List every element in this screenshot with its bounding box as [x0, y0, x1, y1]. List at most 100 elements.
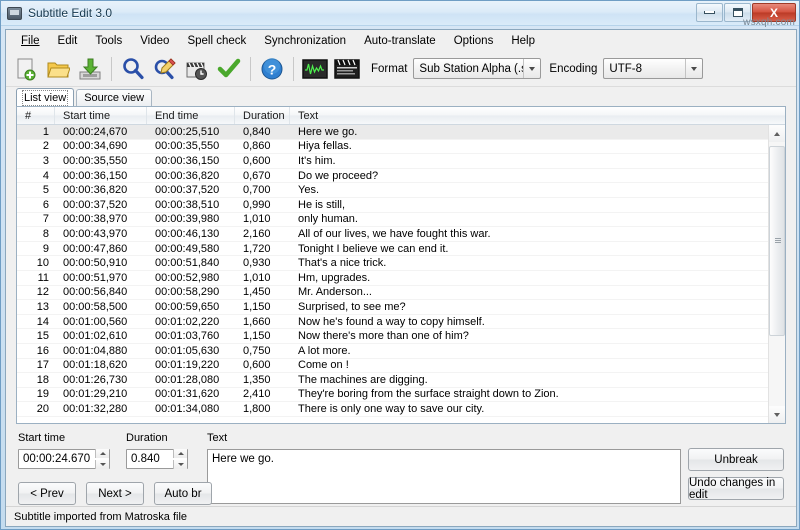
cell-dur: 0,930 [243, 257, 271, 270]
cell-text: All of our lives, we have fought this wa… [298, 227, 491, 240]
cell-num: 9 [42, 242, 49, 255]
cell-end: 00:00:35,550 [155, 140, 220, 153]
duration-increment[interactable] [173, 449, 187, 458]
cell-start: 00:00:58,500 [63, 300, 128, 313]
menu-tools[interactable]: Tools [86, 32, 131, 50]
table-row[interactable]: 5 00:00:36,820 00:00:37,520 0,700 Yes. [17, 183, 785, 198]
scrollbar-thumb[interactable] [769, 146, 785, 336]
cell-text: Tonight I believe we can end it. [298, 242, 449, 255]
toolbar-separator-3 [293, 56, 294, 81]
start-time-increment[interactable] [95, 449, 109, 458]
table-row[interactable]: 8 00:00:43,970 00:00:46,130 2,160 All of our… [17, 227, 785, 242]
table-row[interactable]: 13 00:00:58,500 00:00:59,650 1,150 Surprised… [17, 300, 785, 315]
table-row[interactable]: 15 00:01:02,610 00:01:03,760 1,150 Now there… [17, 329, 785, 344]
start-time-decrement[interactable] [95, 460, 109, 469]
find-button[interactable] [118, 54, 148, 84]
new-file-button[interactable] [11, 54, 41, 84]
cell-start: 00:01:18,620 [63, 359, 128, 372]
column-header-number[interactable]: # [17, 107, 55, 124]
cell-num: 20 [36, 403, 49, 416]
duration-stepper[interactable] [173, 449, 187, 469]
menu-video[interactable]: Video [131, 32, 178, 50]
open-folder-icon [46, 57, 70, 81]
column-header-text[interactable]: Text [290, 107, 785, 124]
open-file-button[interactable] [43, 54, 73, 84]
duration-field[interactable] [126, 449, 188, 469]
start-time-label: Start time [18, 432, 66, 444]
duration-input[interactable] [127, 453, 173, 465]
menu-auto-translate[interactable]: Auto-translate [355, 32, 445, 50]
cell-dur: 0,700 [243, 184, 271, 197]
cell-num: 5 [42, 184, 49, 197]
cell-dur: 1,010 [243, 213, 271, 226]
visual-sync-button[interactable] [182, 54, 212, 84]
scroll-down-button[interactable] [769, 406, 785, 423]
start-time-stepper[interactable] [95, 449, 109, 469]
start-time-input[interactable] [19, 453, 95, 465]
cell-num: 16 [36, 344, 49, 357]
tab-list-view[interactable]: List view [16, 88, 75, 106]
cell-text: Hiya fellas. [298, 140, 352, 153]
view-tabs: List view Source view [6, 87, 796, 106]
cell-start: 00:00:34,690 [63, 140, 128, 153]
save-download-icon [78, 57, 102, 81]
start-time-field[interactable] [18, 449, 110, 469]
help-button[interactable]: ? [257, 54, 287, 84]
table-row[interactable]: 7 00:00:38,970 00:00:39,980 1,010 only human… [17, 213, 785, 228]
encoding-dropdown[interactable]: UTF-8 [603, 58, 704, 79]
column-header-start[interactable]: Start time [55, 107, 147, 124]
format-dropdown[interactable]: Sub Station Alpha (.ssa) [413, 58, 542, 79]
table-row[interactable]: 10 00:00:50,910 00:00:51,840 0,930 That's a … [17, 256, 785, 271]
format-value: Sub Station Alpha (.ssa) [419, 62, 523, 75]
status-message: Subtitle imported from Matroska file [14, 510, 188, 523]
cell-dur: 0,600 [243, 359, 271, 372]
scrollbar-track[interactable] [769, 142, 785, 406]
table-row[interactable]: 17 00:01:18,620 00:01:19,220 0,600 Come on ! [17, 359, 785, 374]
subtitle-list-body[interactable]: 1 00:00:24,670 00:00:25,510 0,840 Here we go… [17, 125, 785, 423]
video-toggle-button[interactable] [332, 54, 362, 84]
column-header-end[interactable]: End time [147, 107, 235, 124]
undo-changes-button[interactable]: Undo changes in edit [688, 477, 784, 501]
table-row[interactable]: 19 00:01:29,210 00:01:31,620 2,410 They're b… [17, 388, 785, 403]
menu-synchronization[interactable]: Synchronization [255, 32, 355, 50]
menu-help[interactable]: Help [502, 32, 544, 50]
vertical-scrollbar[interactable] [768, 125, 785, 423]
menu-file[interactable]: File [12, 32, 49, 50]
table-row[interactable]: 14 00:01:00,560 00:01:02,220 1,660 Now he's … [17, 315, 785, 330]
spell-check-button[interactable] [214, 54, 244, 84]
window-title: Subtitle Edit 3.0 [28, 6, 113, 20]
replace-button[interactable] [150, 54, 180, 84]
waveform-toggle-button[interactable] [300, 54, 330, 84]
waveform-icon [302, 58, 328, 80]
table-row[interactable]: 16 00:01:04,880 00:01:05,630 0,750 A lot mor… [17, 344, 785, 359]
menu-edit[interactable]: Edit [49, 32, 87, 50]
scroll-up-button[interactable] [769, 125, 785, 142]
cell-num: 2 [42, 140, 49, 153]
cell-start: 00:01:26,730 [63, 373, 128, 386]
table-row[interactable]: 12 00:00:56,840 00:00:58,290 1,450 Mr. Ander… [17, 286, 785, 301]
minimize-button[interactable] [696, 3, 723, 22]
table-row[interactable]: 9 00:00:47,860 00:00:49,580 1,720 Tonight I … [17, 242, 785, 257]
subtitle-text-editor[interactable]: Here we go. [207, 449, 681, 504]
next-button[interactable]: Next > [86, 482, 144, 505]
column-header-duration[interactable]: Duration [235, 107, 290, 124]
cell-end: 00:00:58,290 [155, 286, 220, 299]
table-row[interactable]: 1 00:00:24,670 00:00:25,510 0,840 Here we go… [17, 125, 785, 140]
table-row[interactable]: 6 00:00:37,520 00:00:38,510 0,990 He is stil… [17, 198, 785, 213]
table-row[interactable]: 2 00:00:34,690 00:00:35,550 0,860 Hiya fella… [17, 140, 785, 155]
menu-spell-check[interactable]: Spell check [178, 32, 255, 50]
table-row[interactable]: 18 00:01:26,730 00:01:28,080 1,350 The machi… [17, 373, 785, 388]
cell-text: Come on ! [298, 359, 349, 372]
duration-decrement[interactable] [173, 460, 187, 469]
menu-options[interactable]: Options [445, 32, 503, 50]
table-row[interactable]: 11 00:00:51,970 00:00:52,980 1,010 Hm, upgra… [17, 271, 785, 286]
table-row[interactable]: 3 00:00:35,550 00:00:36,150 0,600 It's him. [17, 154, 785, 169]
table-row[interactable]: 4 00:00:36,150 00:00:36,820 0,670 Do we proc… [17, 169, 785, 184]
prev-button[interactable]: < Prev [18, 482, 76, 505]
new-file-icon [14, 57, 38, 81]
auto-br-button[interactable]: Auto br [154, 482, 212, 505]
table-row[interactable]: 20 00:01:32,280 00:01:34,080 1,800 There is … [17, 402, 785, 417]
save-file-button[interactable] [75, 54, 105, 84]
unbreak-button[interactable]: Unbreak [688, 448, 784, 471]
tab-source-view[interactable]: Source view [76, 89, 153, 106]
